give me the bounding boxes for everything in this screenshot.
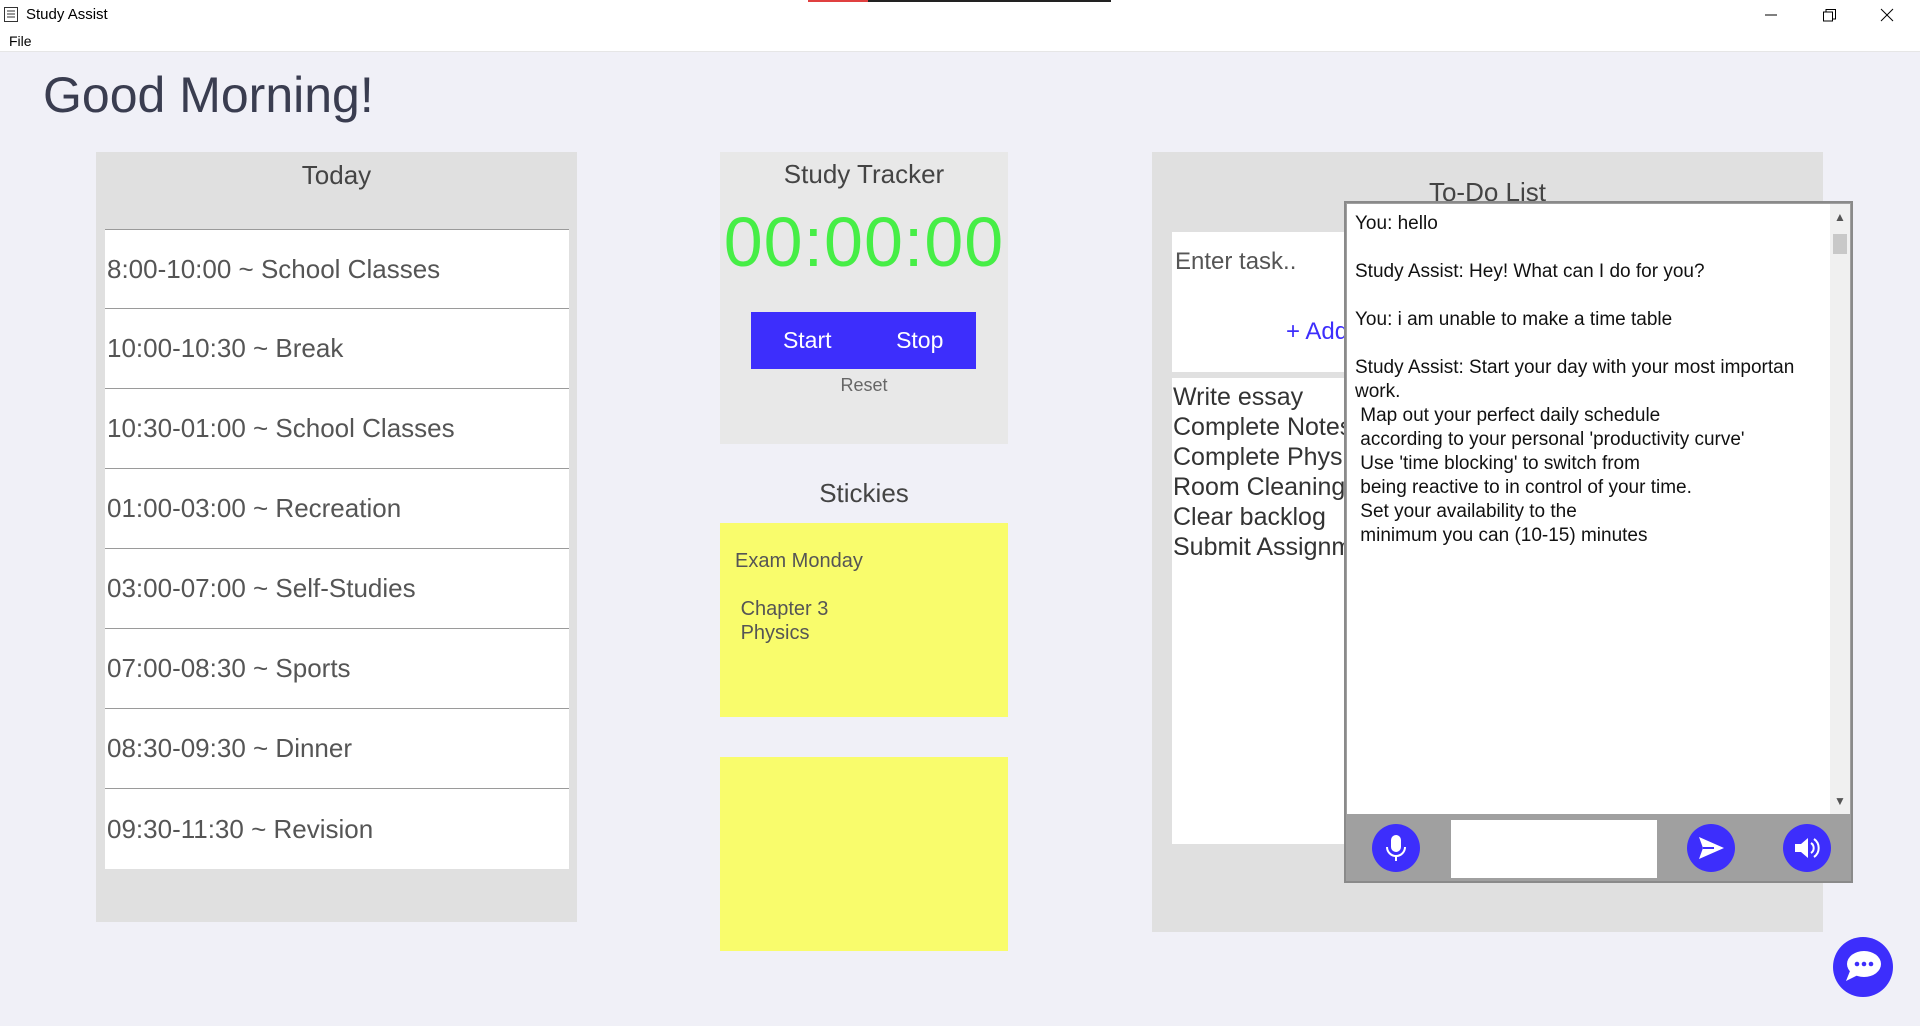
restore-button[interactable] — [1800, 0, 1858, 30]
minimize-icon — [1765, 14, 1777, 16]
schedule-list: 8:00-10:00 ~ School Classes 10:00-10:30 … — [105, 229, 569, 869]
chat-log: You: hello Study Assist: Hey! What can I… — [1347, 204, 1850, 814]
chat-toggle-button[interactable] — [1833, 937, 1893, 997]
chat-messages: You: hello Study Assist: Hey! What can I… — [1355, 213, 1795, 546]
menu-bar: File — [0, 30, 1920, 52]
menu-file[interactable]: File — [9, 33, 32, 49]
chat-scrollbar[interactable]: ▲ ▼ — [1830, 204, 1850, 814]
microphone-icon — [1386, 835, 1406, 861]
title-accent-red — [808, 0, 868, 2]
timer-display: 00:00:00 — [723, 203, 1005, 281]
send-button[interactable] — [1687, 824, 1735, 872]
chat-input-bar — [1347, 816, 1850, 881]
study-tracker-panel: Study Tracker 00:00:00 Start Stop Reset — [720, 152, 1008, 444]
window-title: Study Assist — [26, 6, 108, 23]
scroll-down-arrow-icon[interactable]: ▼ — [1830, 792, 1850, 810]
close-button[interactable] — [1858, 0, 1916, 30]
stickies-title: Stickies — [819, 478, 909, 508]
sticky-note[interactable] — [720, 757, 1008, 951]
send-icon — [1699, 837, 1724, 859]
schedule-item[interactable]: 10:30-01:00 ~ School Classes — [105, 389, 569, 469]
scroll-up-arrow-icon[interactable]: ▲ — [1830, 208, 1850, 226]
schedule-item[interactable]: 8:00-10:00 ~ School Classes — [105, 229, 569, 309]
chat-window: You: hello Study Assist: Hey! What can I… — [1344, 201, 1853, 883]
timer-controls: Start Stop — [751, 312, 976, 369]
restore-icon — [1822, 8, 1836, 21]
greeting-heading: Good Morning! — [43, 67, 374, 123]
schedule-item[interactable]: 09:30-11:30 ~ Revision — [105, 789, 569, 869]
schedule-item[interactable]: 01:00-03:00 ~ Recreation — [105, 469, 569, 549]
stop-button[interactable]: Stop — [864, 312, 977, 369]
today-panel: Today 8:00-10:00 ~ School Classes 10:00-… — [96, 152, 577, 922]
chat-message-input[interactable] — [1451, 820, 1657, 878]
minimize-button[interactable] — [1742, 0, 1800, 30]
sticky-note[interactable]: Exam Monday Chapter 3 Physics — [720, 523, 1008, 717]
schedule-item[interactable]: 08:30-09:30 ~ Dinner — [105, 709, 569, 789]
today-title: Today — [301, 160, 372, 190]
study-tracker-title: Study Tracker — [783, 159, 945, 189]
app-icon — [4, 7, 18, 22]
schedule-item[interactable]: 07:00-08:30 ~ Sports — [105, 629, 569, 709]
add-task-button[interactable]: + Add — [1286, 318, 1348, 346]
speaker-button[interactable] — [1783, 824, 1831, 872]
start-button[interactable]: Start — [751, 312, 864, 369]
speaker-icon — [1795, 838, 1820, 858]
schedule-item[interactable]: 10:00-10:30 ~ Break — [105, 309, 569, 389]
chat-bubble-icon — [1846, 951, 1881, 981]
schedule-item[interactable]: 03:00-07:00 ~ Self-Studies — [105, 549, 569, 629]
title-bar: Study Assist — [0, 0, 1920, 30]
scroll-thumb[interactable] — [1833, 234, 1847, 254]
reset-button[interactable]: Reset — [720, 375, 1008, 396]
close-icon — [1880, 8, 1894, 22]
microphone-button[interactable] — [1372, 824, 1420, 872]
